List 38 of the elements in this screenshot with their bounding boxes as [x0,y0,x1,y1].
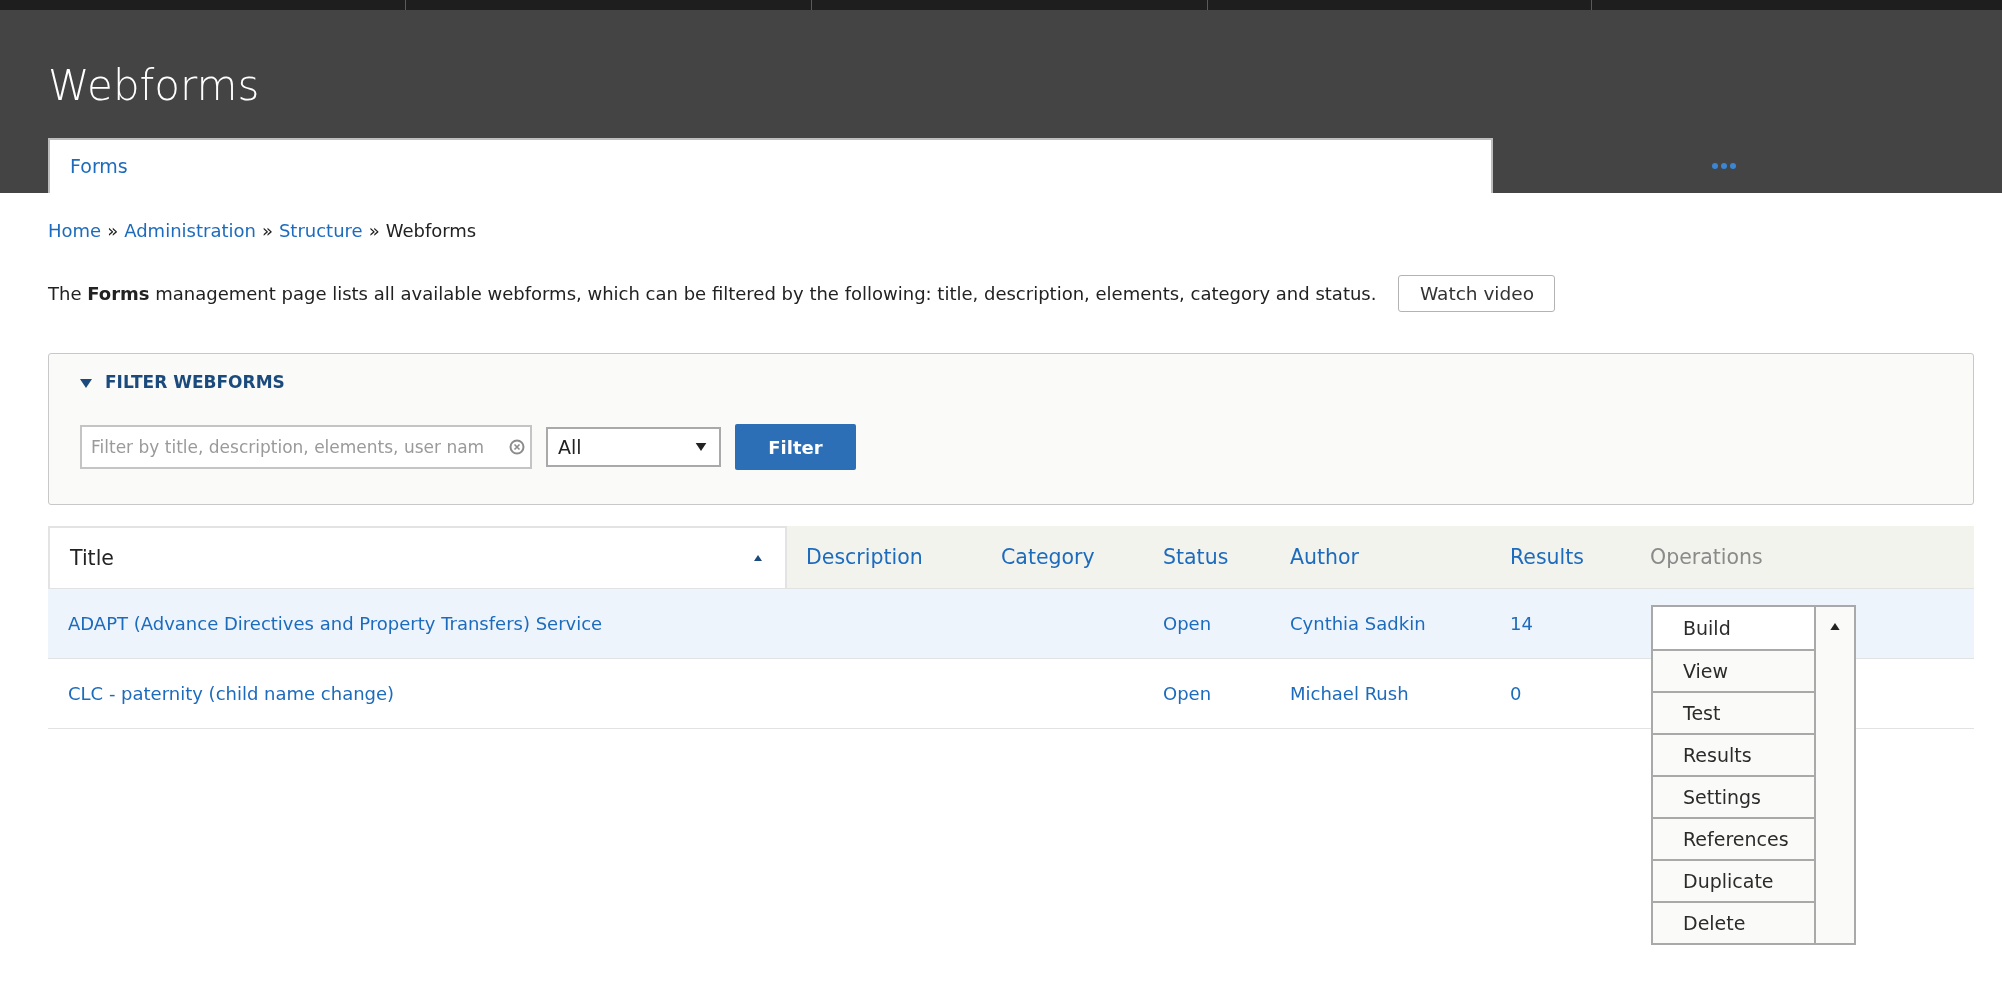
intro-text: The Forms management page lists all available webforms, which can be filtered by the following: title, description, elements, category and status. [48,281,1377,306]
results-link[interactable]: 0 [1510,680,1522,707]
column-header[interactable]: Author [1290,541,1360,573]
breadcrumb-separator: » [261,219,273,243]
ellipsis-icon[interactable] [1711,162,1736,169]
column-header[interactable]: Description [806,541,923,573]
search-field[interactable]: Filter by title, description, elements, user nam [80,425,532,469]
breadcrumb-separator: » [368,219,380,243]
page-title: Webforms [48,63,260,109]
filter-button[interactable]: Filter [735,424,856,470]
breadcrumb-link[interactable]: Administration [124,218,256,244]
dropdown-item[interactable]: Build [1653,607,1814,649]
title-link[interactable]: CLC - paternity (child name change) [68,680,395,707]
tab[interactable]: Forms [48,138,1493,193]
breadcrumb-current: Webforms [385,219,477,243]
breadcrumb-separator: » [107,219,119,243]
author-link[interactable]: Cynthia Sadkin [1290,610,1426,637]
author-link[interactable]: Michael Rush [1290,680,1409,707]
caret-down-icon [695,443,707,451]
select-value: All [558,434,582,460]
results-link[interactable]: 14 [1510,610,1533,637]
clear-icon[interactable] [509,439,525,455]
breadcrumb-link[interactable]: Structure [278,218,363,244]
status-link[interactable]: Open [1163,680,1212,707]
column-header: Operations [1650,543,1763,571]
watch-video-button[interactable]: Watch video [1398,275,1556,312]
sort-icon [753,555,763,561]
status-link[interactable]: Open [1163,610,1212,637]
caret-up-icon [1829,623,1841,630]
column-header[interactable]: Title [48,526,787,588]
status-select[interactable]: All [546,427,721,467]
breadcrumb-link[interactable]: Home [48,218,102,244]
triangle-down-icon [80,378,92,388]
filter-toggle[interactable]: FILTER WEBFORMS [80,371,285,395]
column-header[interactable]: Results [1510,541,1585,573]
title-link[interactable]: ADAPT (Advance Directives and Property Transfers) Service [68,610,603,637]
column-header[interactable]: Category [1001,541,1095,573]
column-header[interactable]: Status [1163,541,1229,573]
